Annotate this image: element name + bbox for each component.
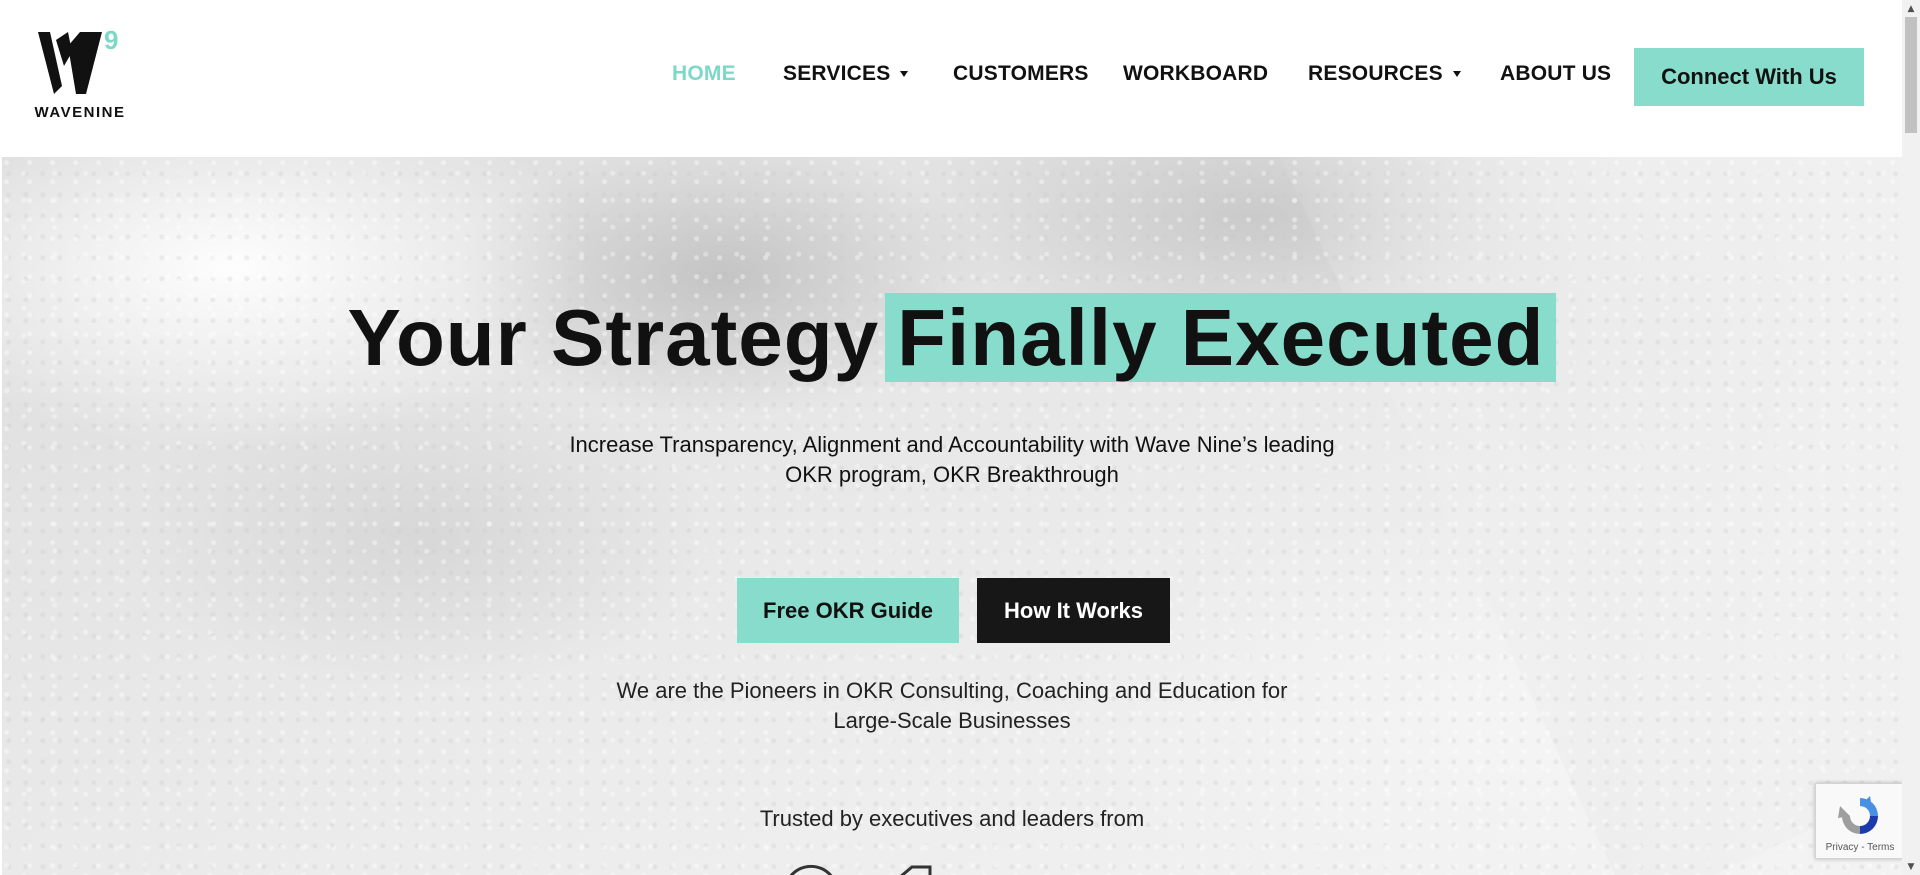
how-it-works-button[interactable]: How It Works bbox=[977, 578, 1170, 643]
free-okr-guide-button[interactable]: Free OKR Guide bbox=[737, 578, 959, 643]
svg-text:9: 9 bbox=[104, 25, 118, 55]
caret-down-icon bbox=[1452, 71, 1461, 78]
nav-home[interactable]: HOME bbox=[672, 62, 736, 86]
subheadline-line-2: OKR program, OKR Breakthrough bbox=[785, 462, 1119, 487]
recaptcha-separator: - bbox=[1858, 842, 1868, 853]
recaptcha-badge[interactable]: Privacy - Terms bbox=[1815, 783, 1903, 859]
nav-services-label: SERVICES bbox=[783, 62, 891, 85]
nav-workboard[interactable]: WORKBOARD bbox=[1123, 62, 1268, 86]
hero-subheadline: Increase Transparency, Alignment and Acc… bbox=[512, 430, 1392, 490]
pioneers-line-2: Large-Scale Businesses bbox=[833, 708, 1071, 733]
headline-plain: Your Strategy bbox=[347, 293, 880, 382]
nav-services[interactable]: SERVICES bbox=[783, 62, 909, 86]
recaptcha-icon bbox=[1838, 796, 1878, 834]
pioneers-line-1: We are the Pioneers in OKR Consulting, C… bbox=[616, 678, 1288, 703]
trusted-by-text: Trusted by executives and leaders from bbox=[759, 806, 1145, 831]
headline-highlight: Finally Executed bbox=[885, 293, 1557, 382]
hero-background-shore bbox=[1252, 157, 1902, 875]
w9-logo-icon: 9 bbox=[38, 25, 118, 94]
scroll-up-arrow-icon[interactable]: ▲ bbox=[1902, 0, 1920, 17]
recaptcha-terms-link[interactable]: Terms bbox=[1867, 842, 1894, 853]
site-header: 9 WAVENINE HOME SERVICES CUSTOMERS WORKB… bbox=[0, 0, 1902, 157]
recaptcha-links: Privacy - Terms bbox=[1816, 842, 1904, 853]
nav-resources[interactable]: RESOURCES bbox=[1308, 62, 1461, 86]
connect-with-us-button[interactable]: Connect With Us bbox=[1634, 48, 1864, 106]
vertical-scrollbar[interactable]: ▲ ▼ bbox=[1902, 0, 1920, 875]
client-logos-strip bbox=[789, 864, 932, 875]
caret-down-icon bbox=[900, 71, 909, 78]
subheadline-line-1: Increase Transparency, Alignment and Acc… bbox=[569, 432, 1335, 457]
wavenine-logo[interactable]: 9 WAVENINE bbox=[32, 24, 128, 124]
page: 9 WAVENINE HOME SERVICES CUSTOMERS WORKB… bbox=[0, 0, 1920, 875]
recaptcha-privacy-link[interactable]: Privacy bbox=[1826, 842, 1859, 853]
scroll-down-arrow-icon[interactable]: ▼ bbox=[1902, 858, 1920, 875]
hero-headline: Your Strategy Finally Executed bbox=[2, 292, 1902, 384]
nav-resources-label: RESOURCES bbox=[1308, 62, 1443, 85]
pioneers-text: We are the Pioneers in OKR Consulting, C… bbox=[562, 676, 1342, 736]
nav-about-us[interactable]: ABOUT US bbox=[1500, 62, 1611, 86]
scroll-thumb[interactable] bbox=[1905, 17, 1917, 133]
nav-customers[interactable]: CUSTOMERS bbox=[953, 62, 1089, 86]
logo-wordmark: WAVENINE bbox=[34, 104, 126, 121]
hero-section: Your Strategy Finally Executed Increase T… bbox=[2, 157, 1902, 875]
